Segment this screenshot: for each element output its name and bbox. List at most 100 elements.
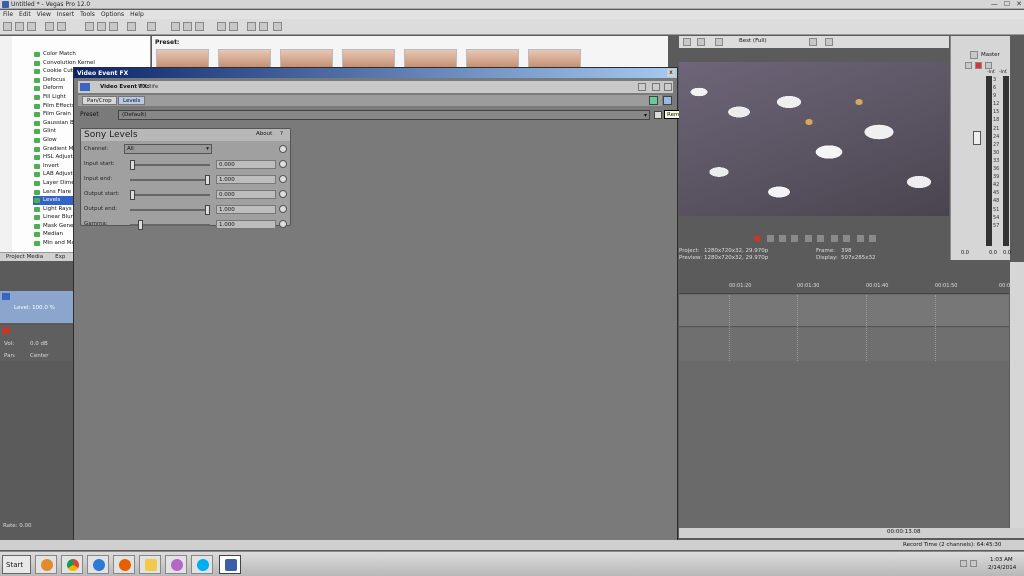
keyframe-animate-icon[interactable] xyxy=(279,190,287,198)
taskbar-explorer[interactable] xyxy=(139,555,161,574)
master-volume-fader[interactable] xyxy=(973,131,981,145)
param-value-field[interactable]: 1.000 xyxy=(216,175,276,184)
bypass-fx-icon[interactable] xyxy=(638,83,646,91)
taskbar-chrome[interactable] xyxy=(61,555,83,574)
param-slider-thumb[interactable] xyxy=(137,220,143,230)
project-properties-icon[interactable] xyxy=(683,38,691,46)
keyframe-animate-icon[interactable] xyxy=(279,220,287,228)
loop-icon[interactable] xyxy=(767,235,774,242)
preset-thumbnail[interactable] xyxy=(342,49,395,69)
folder-tree[interactable] xyxy=(0,36,12,254)
fx-chain-view-icon[interactable] xyxy=(664,83,672,91)
pause-icon[interactable] xyxy=(805,235,812,242)
new-file-icon[interactable] xyxy=(3,22,12,31)
taskbar-media-player[interactable] xyxy=(35,555,57,574)
volume-icon[interactable] xyxy=(970,560,977,567)
remove-plugin-icon[interactable] xyxy=(663,96,672,105)
keyframe-animate-icon[interactable] xyxy=(279,205,287,213)
close-button[interactable]: ✕ xyxy=(1016,0,1022,8)
record-icon[interactable] xyxy=(754,235,761,242)
paste-icon[interactable] xyxy=(109,22,118,31)
param-value-field[interactable]: 1.000 xyxy=(216,205,276,214)
keyframe-animate-icon[interactable] xyxy=(279,145,287,153)
copy-snapshot-icon[interactable] xyxy=(825,38,833,46)
pan-value[interactable]: Center xyxy=(30,353,49,359)
cursor-timecode[interactable]: 00:00:13.08 xyxy=(887,529,920,535)
stop-icon[interactable] xyxy=(817,235,824,242)
chain-pan-crop-button[interactable]: Pan/Crop xyxy=(82,96,117,105)
dialog-close-button[interactable]: x xyxy=(667,69,675,77)
save-preset-icon[interactable] xyxy=(654,111,662,119)
taskbar-skype[interactable] xyxy=(191,555,213,574)
fx-list-item[interactable]: Color Match xyxy=(33,50,151,59)
param-slider-thumb[interactable] xyxy=(205,205,210,215)
clock-date[interactable]: 2/14/2014 xyxy=(988,565,1016,571)
param-slider-track[interactable] xyxy=(130,194,210,196)
play-icon[interactable] xyxy=(791,235,798,242)
menu-file[interactable]: File xyxy=(3,10,13,19)
go-to-end-icon[interactable] xyxy=(843,235,850,242)
ripple-edit-icon[interactable] xyxy=(247,22,256,31)
play-from-start-icon[interactable] xyxy=(779,235,786,242)
properties-icon[interactable] xyxy=(45,22,54,31)
help-button[interactable]: ? xyxy=(280,131,283,137)
envelope-tool-icon[interactable] xyxy=(183,22,192,31)
render-icon[interactable] xyxy=(57,22,66,31)
param-value-field[interactable]: 1.000 xyxy=(216,220,276,229)
clock-time[interactable]: 1:03 AM xyxy=(990,557,1013,563)
copy-icon[interactable] xyxy=(97,22,106,31)
cut-icon[interactable] xyxy=(85,22,94,31)
channel-dropdown[interactable]: All xyxy=(124,144,212,154)
save-icon[interactable] xyxy=(27,22,36,31)
param-slider-track[interactable] xyxy=(130,179,210,181)
preset-thumbnail[interactable] xyxy=(280,49,333,69)
ignore-grouping-icon[interactable] xyxy=(273,22,282,31)
split-screen-icon[interactable] xyxy=(715,38,723,46)
about-button[interactable]: About xyxy=(256,131,272,137)
plugin-chain-icon[interactable] xyxy=(649,96,658,105)
param-slider-track[interactable] xyxy=(130,164,210,166)
snapping-icon[interactable] xyxy=(217,22,226,31)
network-icon[interactable] xyxy=(960,560,967,567)
split-view-icon[interactable] xyxy=(652,83,660,91)
param-slider-thumb[interactable] xyxy=(130,160,135,170)
menu-view[interactable]: View xyxy=(37,10,51,19)
preset-thumbnail[interactable] xyxy=(528,49,581,69)
preset-thumbnail[interactable] xyxy=(404,49,457,69)
timeline[interactable]: 00:01:20 00:01:30 00:01:40 00:01:50 00:0 xyxy=(679,276,1010,536)
menu-options[interactable]: Options xyxy=(101,10,124,19)
start-button[interactable]: Start xyxy=(2,555,31,574)
tab-explorer[interactable]: Exp xyxy=(49,253,71,261)
keyframe-animate-icon[interactable] xyxy=(279,175,287,183)
taskbar-vegas[interactable] xyxy=(219,555,241,574)
undo-icon[interactable] xyxy=(127,22,136,31)
fx-icon[interactable] xyxy=(985,62,992,69)
previous-frame-icon[interactable] xyxy=(857,235,864,242)
redo-icon[interactable] xyxy=(147,22,156,31)
fx-list-item[interactable]: Convolution Kernel xyxy=(33,59,151,68)
open-file-icon[interactable] xyxy=(15,22,24,31)
normal-edit-tool-icon[interactable] xyxy=(171,22,180,31)
mute-icon[interactable] xyxy=(965,62,972,69)
time-ruler[interactable]: 00:01:20 00:01:30 00:01:40 00:01:50 00:0 xyxy=(679,276,1010,294)
tab-project-media[interactable]: Project Media xyxy=(0,253,49,261)
audio-track-header[interactable]: Vol: 0.0 dB Pan: Center xyxy=(0,325,75,361)
auto-crossfade-icon[interactable] xyxy=(229,22,238,31)
preset-dropdown[interactable]: (Default) xyxy=(118,110,650,120)
keyframe-animate-icon[interactable] xyxy=(279,160,287,168)
lock-envelopes-icon[interactable] xyxy=(259,22,268,31)
preset-thumbnail[interactable] xyxy=(218,49,271,69)
video-track-header[interactable]: Level: 100.0 % xyxy=(0,291,75,323)
minimize-button[interactable]: — xyxy=(991,0,998,8)
taskbar-internet-explorer[interactable] xyxy=(87,555,109,574)
vol-value[interactable]: 0.0 dB xyxy=(30,341,48,347)
param-value-field[interactable]: 0.000 xyxy=(216,190,276,199)
next-frame-icon[interactable] xyxy=(869,235,876,242)
taskbar-app[interactable] xyxy=(165,555,187,574)
preview-quality-dropdown[interactable]: Best (Full) xyxy=(739,38,767,44)
param-slider-thumb[interactable] xyxy=(130,190,135,200)
solo-icon[interactable] xyxy=(975,62,982,69)
taskbar-firefox[interactable] xyxy=(113,555,135,574)
preset-thumbnail[interactable] xyxy=(466,49,519,69)
menu-tools[interactable]: Tools xyxy=(80,10,95,19)
